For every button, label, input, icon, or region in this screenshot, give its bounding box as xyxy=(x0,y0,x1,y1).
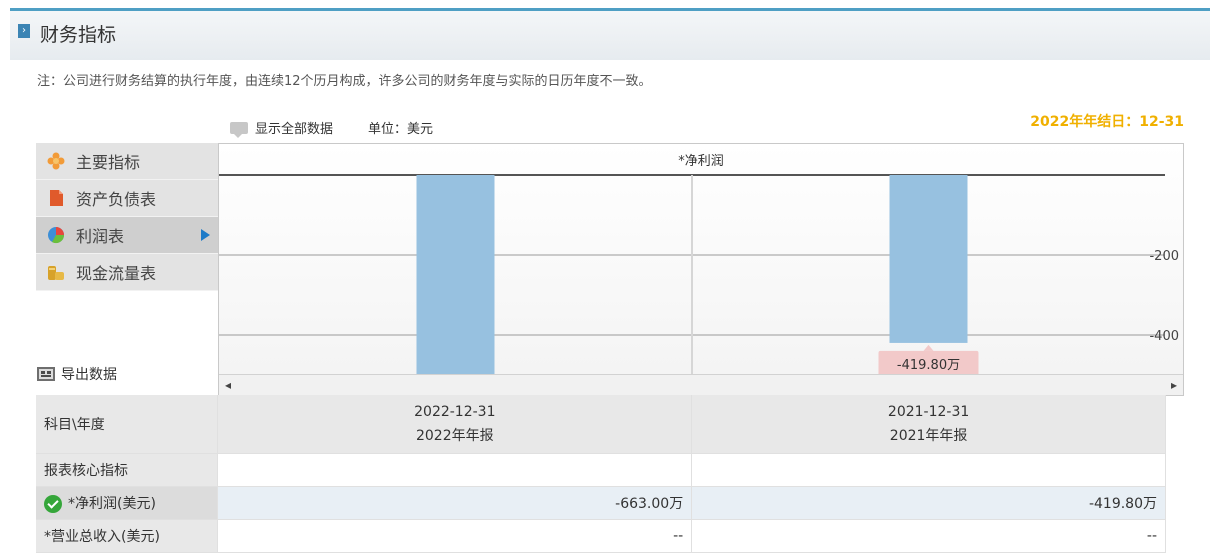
table-cell: -- xyxy=(217,519,693,553)
table-cell: -- xyxy=(691,519,1166,553)
data-label: -419.80万 xyxy=(897,358,960,373)
header-label: 科目\年度 xyxy=(36,395,219,454)
net-profit-chart: *净利润 -200-400-600-800-663.00万-419.80万 ◂ … xyxy=(218,143,1184,396)
section-row: 报表核心指标 xyxy=(36,453,1166,487)
table-cell: -419.80万 xyxy=(691,486,1166,520)
data-label-pointer xyxy=(923,344,934,351)
column-header-2022: 2022-12-31 2022年年报 xyxy=(217,395,693,454)
column-report: 2022年年报 xyxy=(415,427,494,444)
unit-label: 单位：美元 xyxy=(368,122,434,137)
table-cell xyxy=(217,453,693,487)
show-all-data-link[interactable]: 显示全部数据 xyxy=(255,118,333,137)
row-label: *营业总收入(美元) xyxy=(36,519,219,553)
coins-icon xyxy=(48,266,64,280)
chart-plot: -200-400-600-800-663.00万-419.80万 xyxy=(219,174,1179,376)
pie-chart-icon xyxy=(48,227,65,244)
flower-icon xyxy=(47,152,65,170)
chart-scrollbar[interactable]: ◂ ▸ xyxy=(219,374,1183,395)
export-data-button[interactable]: 导出数据 xyxy=(36,364,117,384)
column-header-2021: 2021-12-31 2021年年报 xyxy=(691,395,1166,454)
y-tick-label: -200 xyxy=(1149,249,1179,264)
bar xyxy=(416,175,495,376)
table-cell xyxy=(691,453,1166,487)
page-header: › 财务指标 xyxy=(10,8,1210,60)
table-header-row: 科目\年度 2022-12-31 2022年年报 2021-12-31 2021… xyxy=(36,395,1166,454)
table-row-revenue[interactable]: *营业总收入(美元) -- -- xyxy=(36,519,1166,553)
year-end-label: 2022年年结日：12-31 xyxy=(1030,114,1184,130)
expand-arrow-icon[interactable]: › xyxy=(18,24,30,38)
fiscal-year-note: 注：公司进行财务结算的执行年度，由连续12个历月构成，许多公司的财务年度与实际的… xyxy=(37,74,652,89)
nav-item-label: 主要指标 xyxy=(76,153,141,172)
page-title: 财务指标 xyxy=(40,24,117,46)
nav-item-label: 现金流量表 xyxy=(76,264,157,283)
document-icon xyxy=(50,190,63,206)
section-label: 报表核心指标 xyxy=(36,453,219,487)
financial-table: 科目\年度 2022-12-31 2022年年报 2021-12-31 2021… xyxy=(36,395,1166,553)
column-date: 2022-12-31 xyxy=(414,403,496,420)
nav-item-income-statement[interactable]: 利润表 xyxy=(36,217,218,254)
nav-item-label: 利润表 xyxy=(76,227,125,246)
page-root: › 财务指标 注：公司进行财务结算的执行年度，由连续12个历月构成，许多公司的财… xyxy=(0,0,1216,555)
export-icon xyxy=(37,367,55,381)
nav-item-main-indicators[interactable]: 主要指标 xyxy=(36,143,218,180)
table-row-net-profit[interactable]: *净利润(美元) -663.00万 -419.80万 xyxy=(36,486,1166,520)
statement-nav: 主要指标 资产负债表 利润表 现金流量表 xyxy=(36,143,218,291)
nav-item-balance-sheet[interactable]: 资产负债表 xyxy=(36,180,218,217)
export-data-label: 导出数据 xyxy=(61,367,117,383)
column-report: 2021年年报 xyxy=(889,427,968,444)
nav-item-label: 资产负债表 xyxy=(76,190,157,209)
y-tick-label: -400 xyxy=(1149,329,1179,344)
triangle-right-icon xyxy=(201,229,210,241)
scroll-left-icon[interactable]: ◂ xyxy=(225,378,231,392)
scroll-right-icon[interactable]: ▸ xyxy=(1171,378,1177,392)
column-date: 2021-12-31 xyxy=(887,403,970,420)
nav-item-cash-flow[interactable]: 现金流量表 xyxy=(36,254,218,291)
row-label: *净利润(美元) xyxy=(36,486,219,520)
check-icon[interactable] xyxy=(44,494,62,513)
row-label-text: *净利润(美元) xyxy=(68,495,156,512)
bar xyxy=(889,175,968,343)
table-cell: -663.00万 xyxy=(217,486,693,520)
chart-toolbar: 显示全部数据 单位：美元 xyxy=(230,118,434,138)
comment-icon xyxy=(230,121,248,138)
